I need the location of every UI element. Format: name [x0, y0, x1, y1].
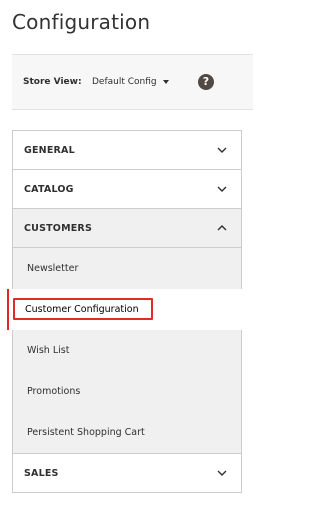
chevron-down-icon: [217, 184, 227, 194]
section-customers-title: CUSTOMERS: [24, 223, 92, 234]
section-sales-title: SALES: [24, 468, 59, 479]
chevron-down-icon: [217, 145, 227, 155]
caret-down-icon: [162, 80, 169, 84]
store-view-selected: Default Config: [92, 77, 157, 87]
submenu-item-label: Wish List: [27, 345, 70, 356]
page-title: Configuration: [12, 10, 151, 34]
submenu-item-persistent-shopping-cart[interactable]: Persistent Shopping Cart: [13, 412, 241, 453]
submenu-item-label: Customer Configuration: [25, 304, 139, 315]
section-general[interactable]: GENERAL: [13, 131, 241, 170]
submenu-item-wish-list[interactable]: Wish List: [13, 330, 241, 371]
submenu-item-label: Persistent Shopping Cart: [27, 427, 145, 438]
submenu-item-label: Promotions: [27, 386, 81, 397]
section-customers[interactable]: CUSTOMERS: [13, 209, 241, 248]
section-catalog-title: CATALOG: [24, 184, 74, 195]
submenu-item-label: Newsletter: [27, 263, 79, 274]
submenu-item-promotions[interactable]: Promotions: [13, 371, 241, 412]
store-view-bar: Store View: Default Config ?: [12, 54, 253, 110]
submenu-item-customer-configuration[interactable]: Customer Configuration: [7, 289, 255, 330]
help-icon[interactable]: ?: [198, 74, 214, 90]
section-general-title: GENERAL: [24, 145, 75, 156]
chevron-up-icon: [217, 223, 227, 233]
store-view-label: Store View:: [23, 77, 82, 87]
section-catalog[interactable]: CATALOG: [13, 170, 241, 209]
config-tabs: GENERAL CATALOG CUSTOMERS Newsletter Cus…: [7, 130, 255, 493]
store-view-switcher[interactable]: Default Config: [92, 77, 169, 87]
customers-submenu: Newsletter Customer Configuration Wish L…: [7, 248, 255, 454]
chevron-down-icon: [217, 468, 227, 478]
submenu-item-newsletter[interactable]: Newsletter: [13, 248, 241, 289]
section-sales[interactable]: SALES: [13, 454, 241, 493]
